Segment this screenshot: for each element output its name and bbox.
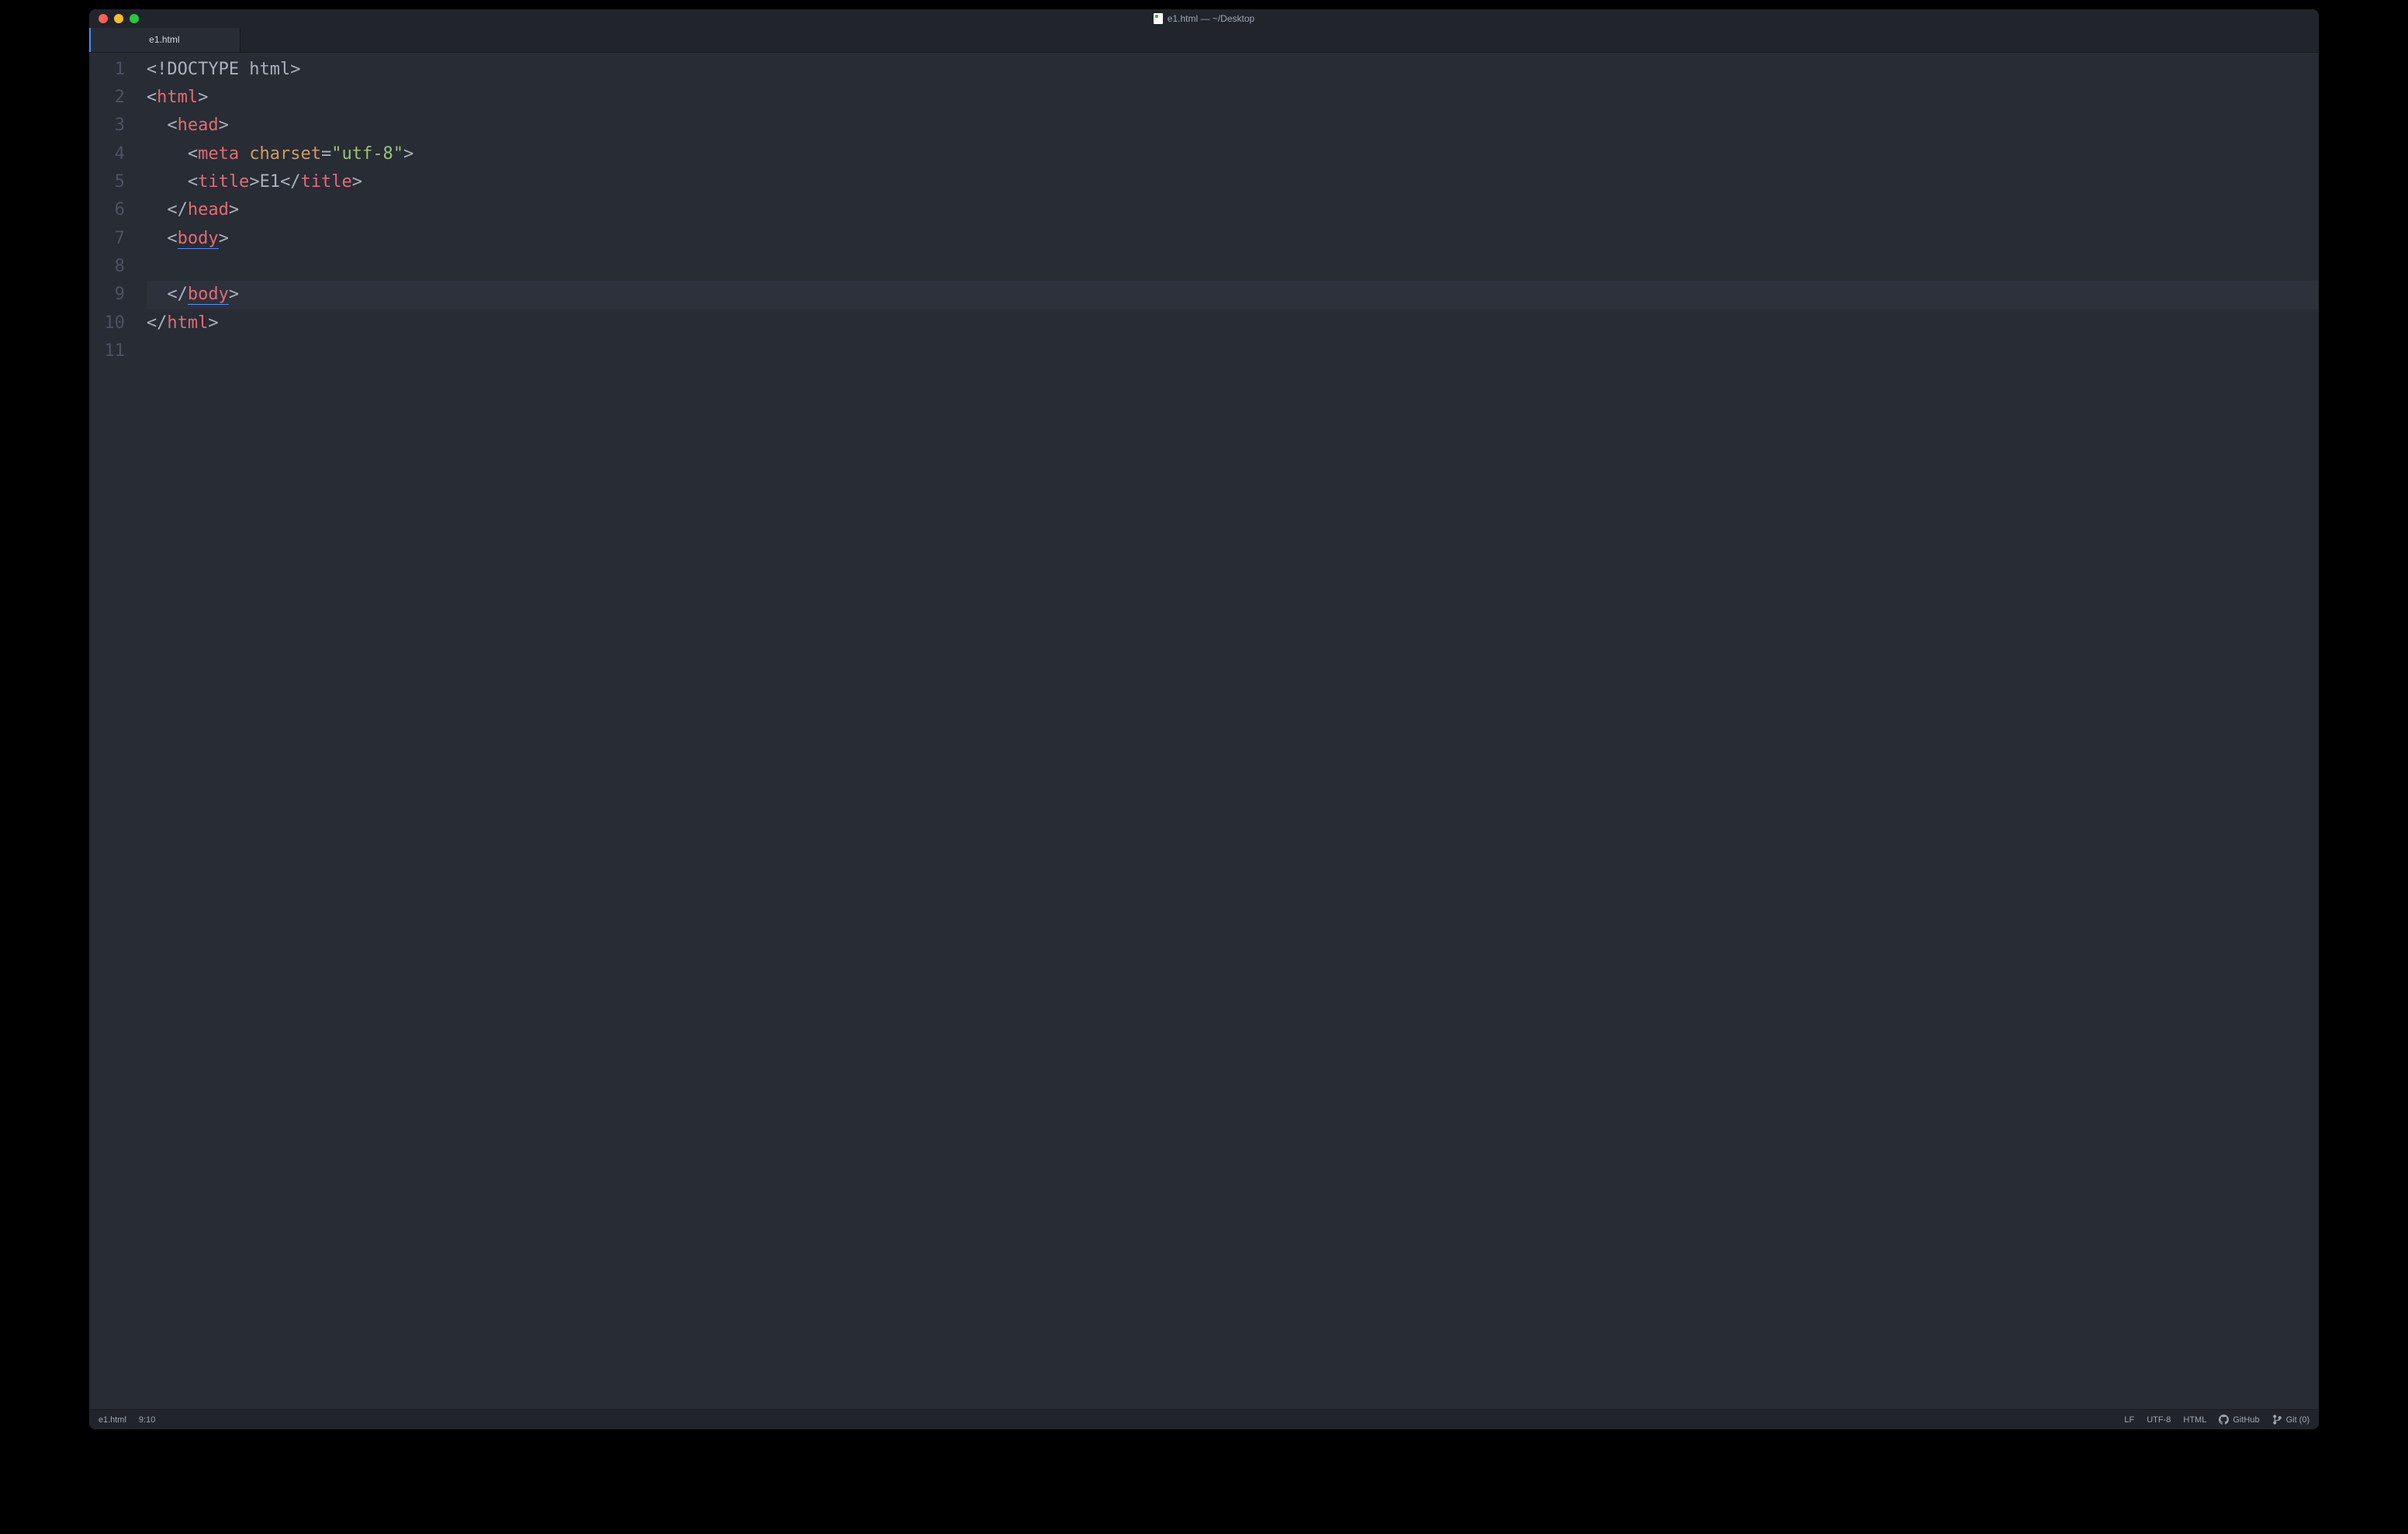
line-number: 9 xyxy=(89,281,133,309)
token-tag: title xyxy=(198,172,249,192)
line-highlight xyxy=(147,281,2319,309)
token-txt: E1 xyxy=(260,172,281,192)
token-attr: charset xyxy=(249,144,321,164)
token-p: > xyxy=(219,116,229,135)
token-p: < xyxy=(147,88,157,107)
token-p xyxy=(147,172,188,192)
git-branch-icon xyxy=(2272,1415,2282,1425)
status-right: LF UTF-8 HTML GitHub Git (0) xyxy=(2124,1415,2309,1425)
token-p: < xyxy=(188,144,198,164)
line-number-gutter: 1234567891011 xyxy=(89,53,133,1410)
status-cursor-position[interactable]: 9:10 xyxy=(139,1415,155,1425)
token-p: > xyxy=(403,144,413,164)
tab-bar[interactable]: e1.html xyxy=(89,28,2319,53)
maximize-button[interactable] xyxy=(130,14,139,23)
window-title-text: e1.html — ~/Desktop xyxy=(1168,13,1254,24)
code-line[interactable]: <title>E1</title> xyxy=(147,168,2319,196)
github-icon xyxy=(2219,1415,2229,1425)
token-tag: meta xyxy=(198,144,239,164)
status-line-ending[interactable]: LF xyxy=(2124,1415,2134,1425)
line-number: 3 xyxy=(89,112,133,140)
token-p: < xyxy=(167,116,177,135)
token-tag: body xyxy=(178,229,219,249)
status-git-label: Git (0) xyxy=(2286,1415,2310,1425)
code-line[interactable]: <!DOCTYPE html> xyxy=(147,56,2319,84)
line-number: 8 xyxy=(89,253,133,281)
token-p xyxy=(147,229,168,248)
token-p xyxy=(239,144,249,164)
code-content[interactable]: <!DOCTYPE html><html> <head> <meta chars… xyxy=(133,53,2319,1410)
close-button[interactable] xyxy=(99,14,108,23)
token-p: > xyxy=(208,313,218,333)
token-tag: head xyxy=(188,200,229,219)
token-doc: DOCTYPE html xyxy=(167,60,290,79)
code-line[interactable]: <body> xyxy=(147,225,2319,253)
code-line[interactable]: <head> xyxy=(147,112,2319,140)
token-p: </ xyxy=(280,172,301,192)
code-line[interactable]: </body> xyxy=(147,281,2319,309)
tab-label: e1.html xyxy=(149,34,179,45)
code-line[interactable] xyxy=(147,337,2319,365)
line-number: 11 xyxy=(89,337,133,365)
line-number: 5 xyxy=(89,168,133,196)
token-p xyxy=(147,285,168,304)
line-number: 7 xyxy=(89,225,133,253)
token-p: > xyxy=(219,229,229,248)
status-github-label: GitHub xyxy=(2233,1415,2259,1425)
token-p: </ xyxy=(167,285,188,304)
token-p: </ xyxy=(167,200,188,219)
token-p: > xyxy=(229,285,239,304)
token-p: > xyxy=(249,172,259,192)
token-tag: body xyxy=(188,285,229,305)
token-p: <! xyxy=(147,60,168,79)
traffic-lights xyxy=(89,14,139,23)
token-p: > xyxy=(290,60,300,79)
status-left: e1.html 9:10 xyxy=(99,1415,156,1425)
token-p: < xyxy=(167,229,177,248)
code-line[interactable] xyxy=(147,253,2319,281)
status-language[interactable]: HTML xyxy=(2183,1415,2206,1425)
editor-area[interactable]: 1234567891011 <!DOCTYPE html><html> <hea… xyxy=(89,53,2319,1410)
token-p xyxy=(147,144,188,164)
token-tag: head xyxy=(178,116,219,135)
token-p: = xyxy=(321,144,331,164)
token-tag: title xyxy=(301,172,352,192)
token-p: > xyxy=(352,172,362,192)
window-title: e1.html — ~/Desktop xyxy=(89,13,2319,24)
status-git[interactable]: Git (0) xyxy=(2272,1415,2310,1425)
code-line[interactable]: </html> xyxy=(147,309,2319,337)
token-p xyxy=(147,200,168,219)
token-str: "utf-8" xyxy=(331,144,403,164)
minimize-button[interactable] xyxy=(114,14,123,23)
editor-window: e1.html — ~/Desktop e1.html 123456789101… xyxy=(89,9,2319,1430)
token-p: > xyxy=(198,88,208,107)
code-line[interactable]: </head> xyxy=(147,196,2319,224)
token-p xyxy=(147,116,168,135)
line-number: 2 xyxy=(89,84,133,112)
line-number: 1 xyxy=(89,56,133,84)
line-number: 4 xyxy=(89,140,133,168)
file-icon xyxy=(1154,13,1163,24)
status-filename[interactable]: e1.html xyxy=(99,1415,126,1425)
status-bar: e1.html 9:10 LF UTF-8 HTML GitHub Git (0… xyxy=(89,1409,2319,1429)
token-p: < xyxy=(188,172,198,192)
token-tag: html xyxy=(167,313,208,333)
line-number: 10 xyxy=(89,309,133,337)
token-p: </ xyxy=(147,313,168,333)
tab-e1-html[interactable]: e1.html xyxy=(89,28,240,52)
status-encoding[interactable]: UTF-8 xyxy=(2147,1415,2171,1425)
titlebar[interactable]: e1.html — ~/Desktop xyxy=(89,9,2319,28)
token-p: > xyxy=(229,200,239,219)
line-number: 6 xyxy=(89,196,133,224)
token-tag: html xyxy=(157,88,198,107)
status-github[interactable]: GitHub xyxy=(2219,1415,2259,1425)
code-line[interactable]: <meta charset="utf-8"> xyxy=(147,140,2319,168)
code-line[interactable]: <html> xyxy=(147,84,2319,112)
